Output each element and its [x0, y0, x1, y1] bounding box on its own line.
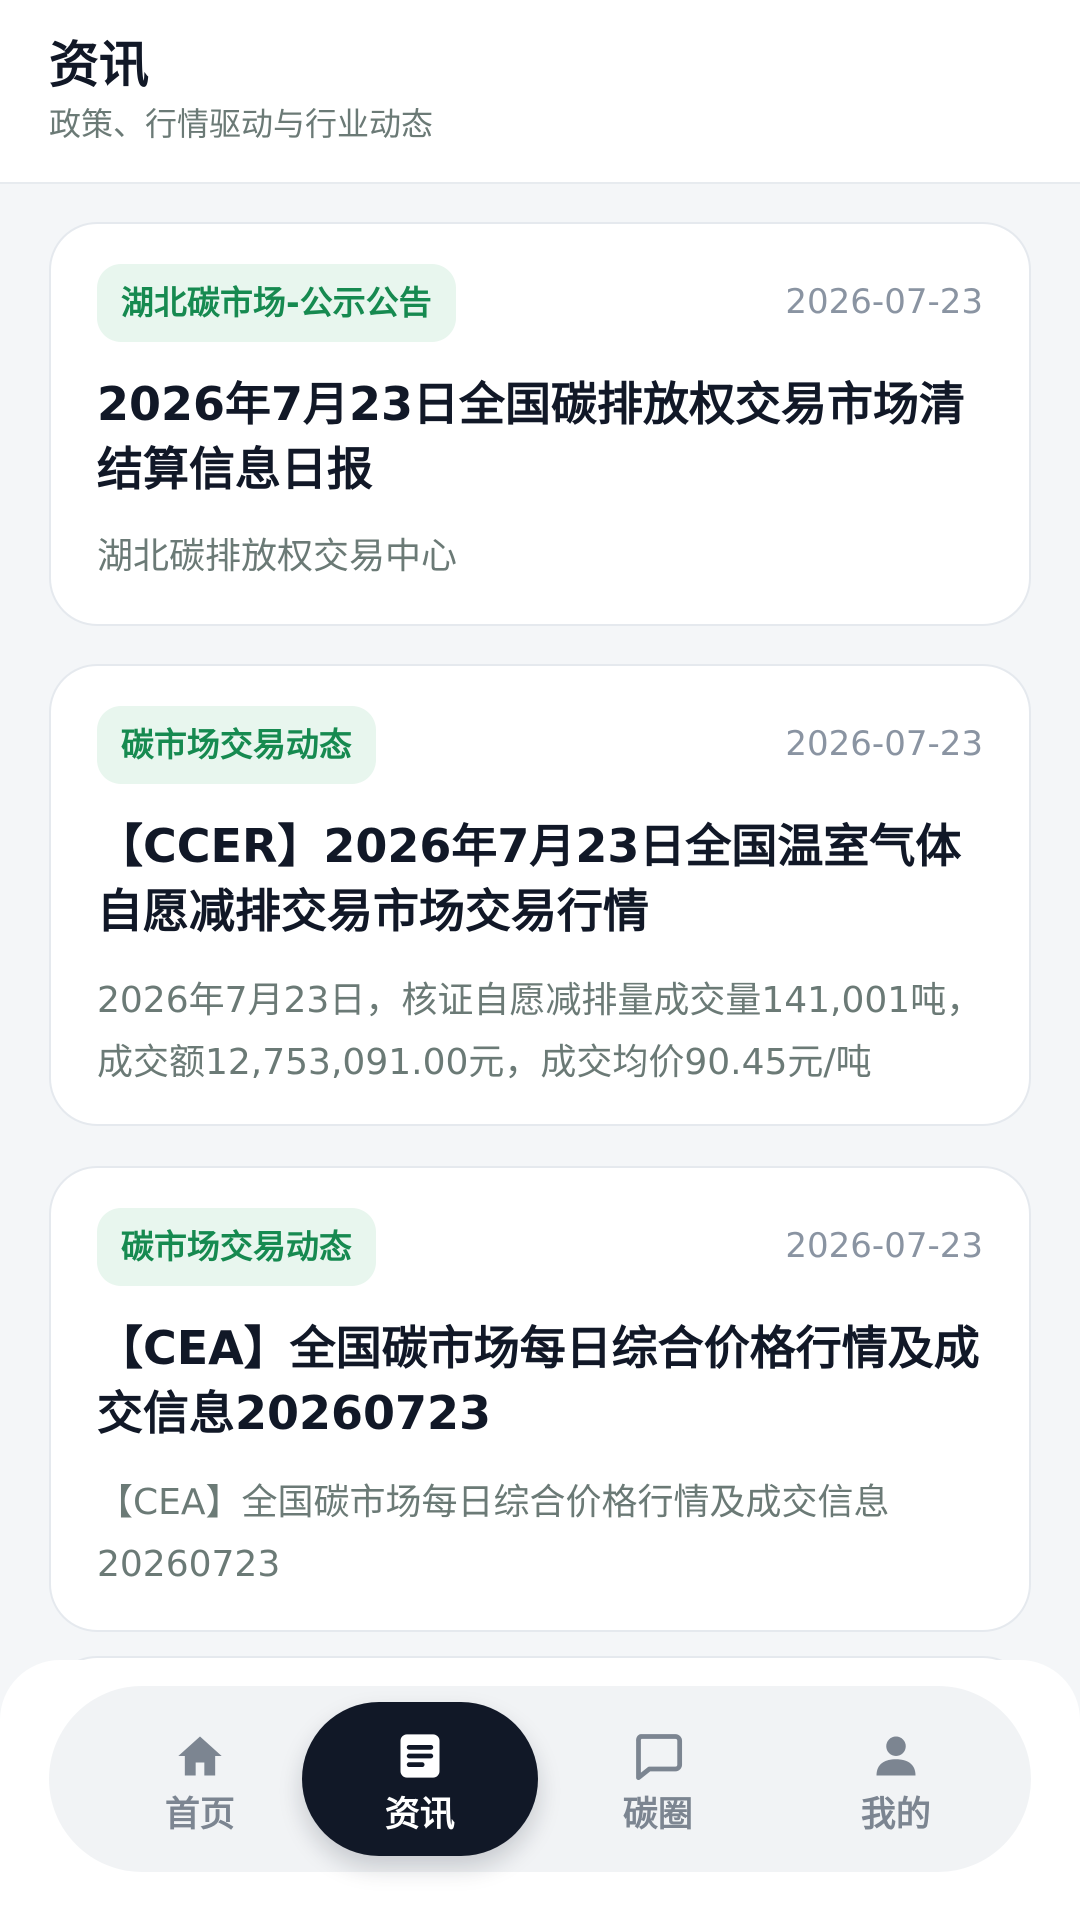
- news-card[interactable]: 碳市场交易动态 2026-07-23 【CCER】2026年7月23日全国温室气…: [49, 664, 1031, 1126]
- news-title: 【CEA】全国碳市场每日综合价格行情及成交信息20260723: [97, 1321, 980, 1440]
- page-title: 资讯: [49, 36, 149, 94]
- news-category-tag: 碳市场交易动态: [97, 1208, 376, 1286]
- news-summary: 【CEA】全国碳市场每日综合价格行情及成交信息20260723: [97, 1482, 890, 1585]
- news-card[interactable]: 湖北碳市场-公示公告 2026-07-23 2026年7月23日全国碳排放权交易…: [49, 222, 1031, 626]
- bottom-tab-bar: 首页 资讯 碳圈 我的: [49, 1686, 1031, 1872]
- user-icon: [876, 1736, 916, 1776]
- page-subtitle: 政策、行情驱动与行业动态: [49, 105, 434, 143]
- news-category-tag: 碳市场交易动态: [97, 706, 376, 784]
- news-title: 2026年7月23日全国碳排放权交易市场清结算信息日报: [97, 377, 966, 496]
- tab-label: 碳圈: [622, 1795, 693, 1835]
- news-date: 2026-07-23: [785, 1226, 983, 1266]
- news-date: 2026-07-23: [785, 282, 983, 322]
- news-category-tag: 湖北碳市场-公示公告: [97, 264, 456, 342]
- tab-home[interactable]: 首页: [82, 1702, 318, 1856]
- tab-label: 资讯: [384, 1795, 455, 1835]
- tab-label: 首页: [164, 1795, 235, 1835]
- tab-news[interactable]: 资讯: [302, 1702, 538, 1856]
- news-card[interactable]: 碳市场交易动态 2026-07-23 【CEA】全国碳市场每日综合价格行情及成交…: [49, 1166, 1031, 1632]
- home-icon: [178, 1736, 222, 1776]
- document-icon: [400, 1734, 440, 1778]
- app-header: 资讯 政策、行情驱动与行业动态: [0, 0, 1080, 184]
- tab-carbon-circle[interactable]: 碳圈: [540, 1702, 776, 1856]
- news-title: 【CCER】2026年7月23日全国温室气体自愿减排交易市场交易行情: [97, 819, 962, 938]
- tab-label: 我的: [860, 1795, 931, 1835]
- news-summary: 2026年7月23日，核证自愿减排量成交量141,001吨，成交额12,753,…: [97, 980, 983, 1083]
- news-date: 2026-07-23: [785, 724, 983, 764]
- news-summary: 湖北碳排放权交易中心: [97, 536, 458, 577]
- chat-icon: [636, 1734, 683, 1781]
- tab-profile[interactable]: 我的: [778, 1702, 1014, 1856]
